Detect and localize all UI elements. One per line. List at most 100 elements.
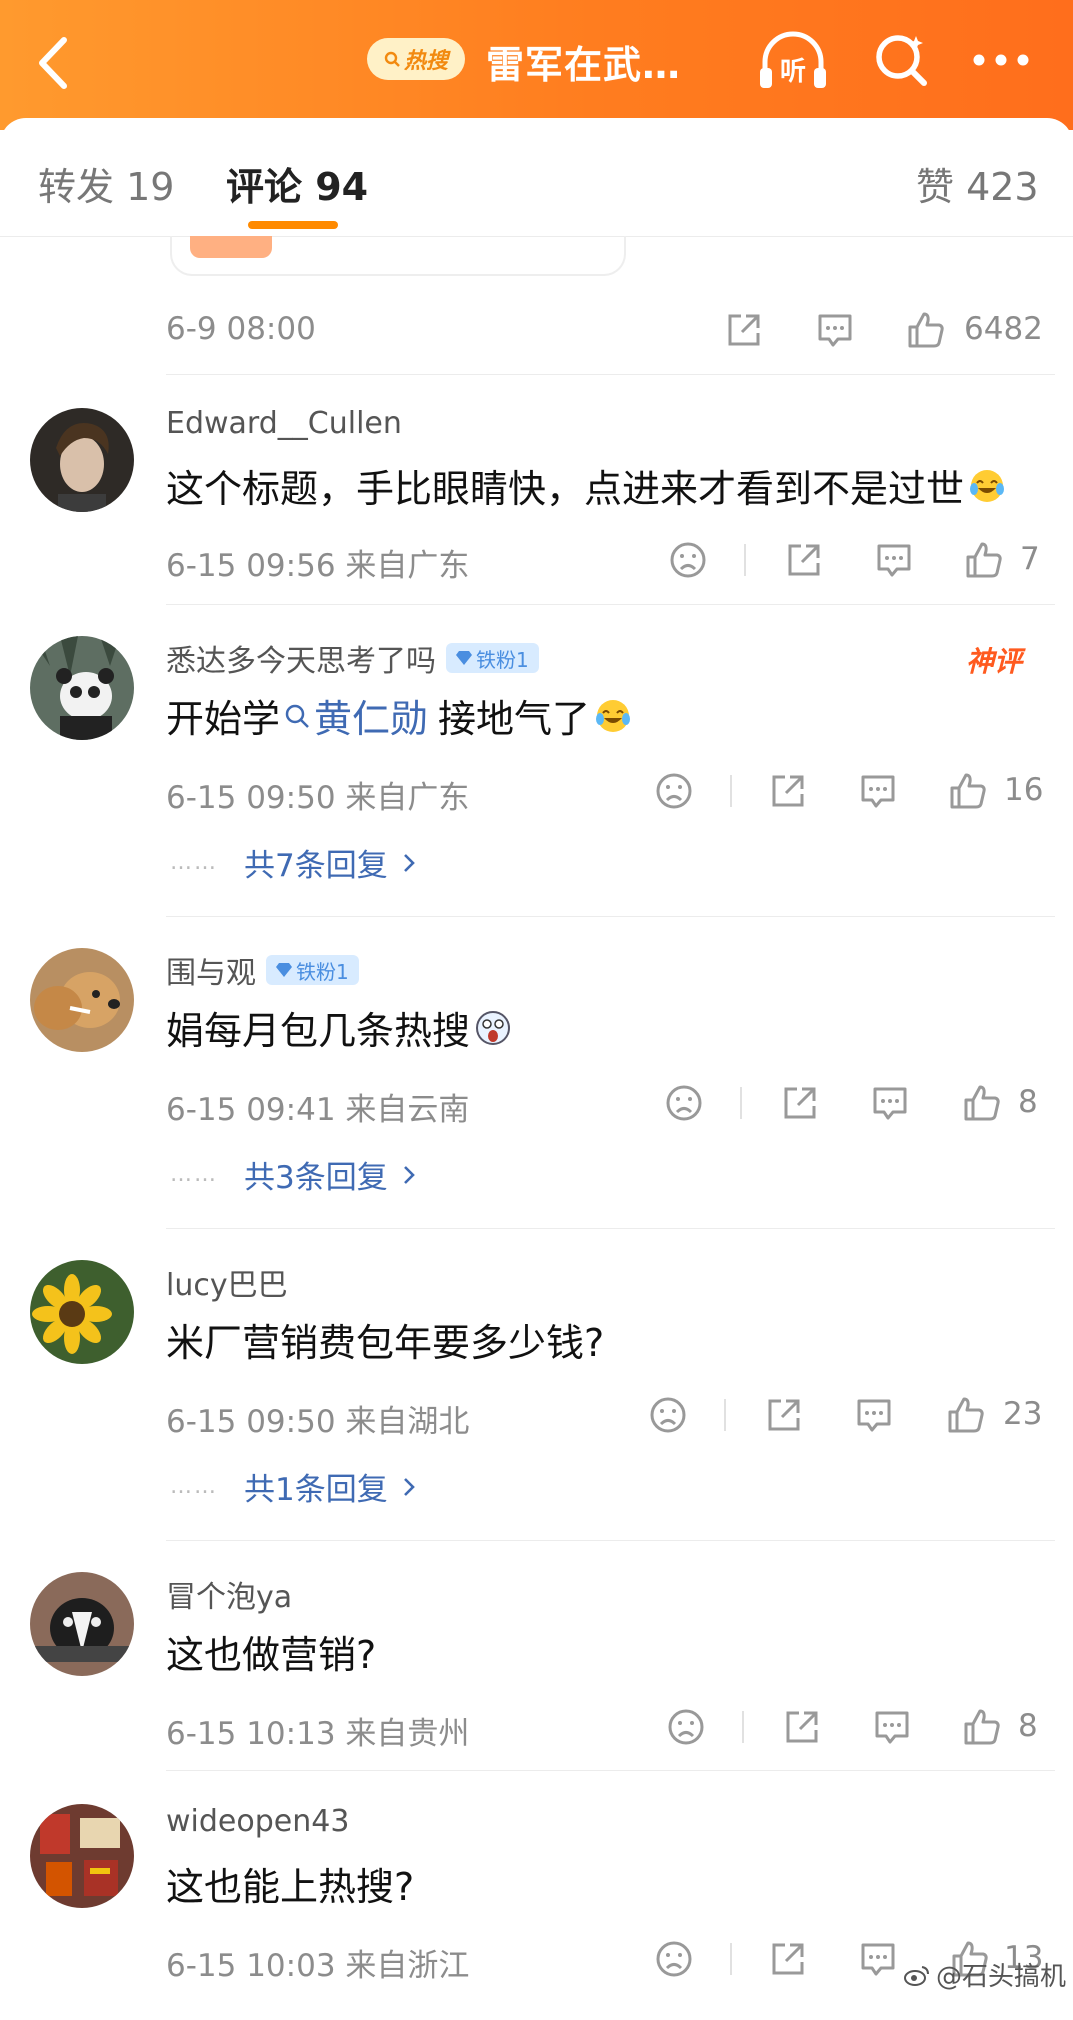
divider <box>166 604 1055 605</box>
chevron-right-icon <box>403 1477 415 1496</box>
previous-post-card[interactable] <box>170 236 626 276</box>
comment-text: 这也能上热搜? <box>166 1865 415 1909</box>
like-icon[interactable] <box>906 310 946 350</box>
comment-meta: 6-15 09:50 来自广东 <box>166 780 470 816</box>
username[interactable]: lucy巴巴 <box>166 1260 288 1304</box>
divider <box>166 916 1055 917</box>
hot-search-badge[interactable]: 热搜 <box>367 38 465 80</box>
username[interactable]: 冒个泡ya <box>166 1572 292 1616</box>
share-icon[interactable] <box>768 771 808 811</box>
tab-likes[interactable]: 赞 423 <box>916 156 1039 211</box>
username[interactable]: Edward__Cullen <box>166 406 402 441</box>
dislike-face-icon[interactable] <box>654 1939 694 1979</box>
like-count: 16 <box>1004 772 1044 808</box>
view-replies-link[interactable]: …… 共3条回复 <box>170 1152 416 1197</box>
avatar[interactable] <box>30 636 134 740</box>
comment-meta: 6-15 09:50 来自湖北 <box>166 1404 470 1440</box>
laugh-cry-emoji-icon <box>970 469 1005 502</box>
dislike-face-icon[interactable] <box>648 1395 688 1435</box>
back-arrow-icon[interactable] <box>28 28 78 98</box>
active-tab-indicator <box>248 221 338 229</box>
like-icon[interactable] <box>962 1083 1002 1123</box>
like-icon[interactable] <box>946 1395 986 1435</box>
fan-badge: 铁粉1 <box>446 643 539 673</box>
listen-headphones-icon[interactable]: 听 <box>757 28 829 94</box>
dislike-face-icon[interactable] <box>668 540 708 580</box>
like-count: 7 <box>1020 541 1040 577</box>
fan-badge: 铁粉1 <box>266 955 359 985</box>
dislike-face-icon[interactable] <box>664 1083 704 1123</box>
listen-label: 听 <box>780 57 806 87</box>
username[interactable]: wideopen43 <box>166 1804 349 1839</box>
weibo-logo-icon <box>904 1965 929 1986</box>
more-options-icon[interactable] <box>966 30 1036 90</box>
hot-badge-label: 热搜 <box>403 49 448 74</box>
avatar[interactable] <box>30 948 134 1052</box>
previous-post-likes: 6482 <box>964 311 1043 347</box>
comment-icon[interactable] <box>870 1083 910 1123</box>
avatar[interactable] <box>30 408 134 512</box>
view-replies-link[interactable]: …… 共1条回复 <box>170 1464 416 1509</box>
dislike-face-icon[interactable] <box>654 771 694 811</box>
comment-meta: 6-15 10:13 来自贵州 <box>166 1716 470 1752</box>
laugh-cry-emoji-icon <box>596 699 631 732</box>
comment-icon[interactable] <box>858 771 898 811</box>
chevron-right-icon <box>403 853 415 872</box>
search-small-icon <box>285 704 309 728</box>
view-replies-link[interactable]: …… 共7条回复 <box>170 840 416 885</box>
divider <box>166 1770 1055 1771</box>
avatar[interactable] <box>30 1260 134 1364</box>
share-icon[interactable] <box>784 540 824 580</box>
search-small-icon <box>384 51 400 67</box>
comments-sheet: 转发 19 评论 94 赞 423 <box>0 118 1073 2020</box>
comment-text: 娟每月包几条热搜 <box>166 1000 512 1055</box>
topic-link[interactable]: 黄仁勋 <box>284 688 428 743</box>
username[interactable]: 悉达多今天思考了吗 铁粉1 <box>166 636 539 680</box>
chevron-right-icon <box>403 1165 415 1184</box>
comment-meta: 6-15 09:56 来自广东 <box>166 548 470 584</box>
username[interactable]: 围与观 铁粉1 <box>166 948 359 992</box>
like-icon[interactable] <box>964 540 1004 580</box>
diamond-icon <box>456 651 472 665</box>
page-title: 雷军在武… <box>486 43 682 87</box>
avatar[interactable] <box>30 1804 134 1908</box>
divider <box>724 1399 726 1431</box>
tab-bar: 转发 19 评论 94 赞 423 <box>0 118 1073 237</box>
divider <box>730 775 732 807</box>
comment-meta: 6-15 09:41 来自云南 <box>166 1092 470 1128</box>
like-count: 8 <box>1018 1708 1038 1744</box>
top-comment-badge: 神评 <box>966 645 1023 678</box>
comment-text: 米厂营销费包年要多少钱? <box>166 1321 605 1365</box>
share-icon[interactable] <box>724 310 764 350</box>
comment-icon[interactable] <box>815 310 855 350</box>
divider <box>166 1228 1055 1229</box>
like-icon[interactable] <box>948 771 988 811</box>
divider <box>744 544 746 576</box>
top-bar: 热搜 雷军在武… 听 <box>0 0 1073 130</box>
divider <box>166 374 1055 375</box>
divider <box>742 1711 744 1743</box>
divider <box>166 1540 1055 1541</box>
search-icon[interactable] <box>872 30 932 90</box>
diamond-icon <box>276 963 292 977</box>
share-icon[interactable] <box>780 1083 820 1123</box>
tab-comments[interactable]: 评论 94 <box>226 156 368 211</box>
share-icon[interactable] <box>782 1707 822 1747</box>
dislike-face-icon[interactable] <box>666 1707 706 1747</box>
comment-text: 开始学 黄仁勋 接地气了 <box>166 688 632 743</box>
share-icon[interactable] <box>764 1395 804 1435</box>
comment-icon[interactable] <box>854 1395 894 1435</box>
like-count: 8 <box>1018 1084 1038 1120</box>
tab-repost[interactable]: 转发 19 <box>38 156 174 211</box>
comment-icon[interactable] <box>858 1939 898 1979</box>
share-icon[interactable] <box>768 1939 808 1979</box>
like-icon[interactable] <box>962 1707 1002 1747</box>
divider <box>730 1943 732 1975</box>
watermark: @石头搞机 <box>904 1956 1066 1993</box>
comment-text: 这个标题，手比眼睛快，点进来才看到不是过世 <box>166 458 1006 513</box>
comment-meta: 6-15 10:03 来自浙江 <box>166 1948 470 1984</box>
comment-icon[interactable] <box>874 540 914 580</box>
avatar[interactable] <box>30 1572 134 1676</box>
comment-icon[interactable] <box>872 1707 912 1747</box>
shocked-emoji-icon <box>476 1010 511 1045</box>
